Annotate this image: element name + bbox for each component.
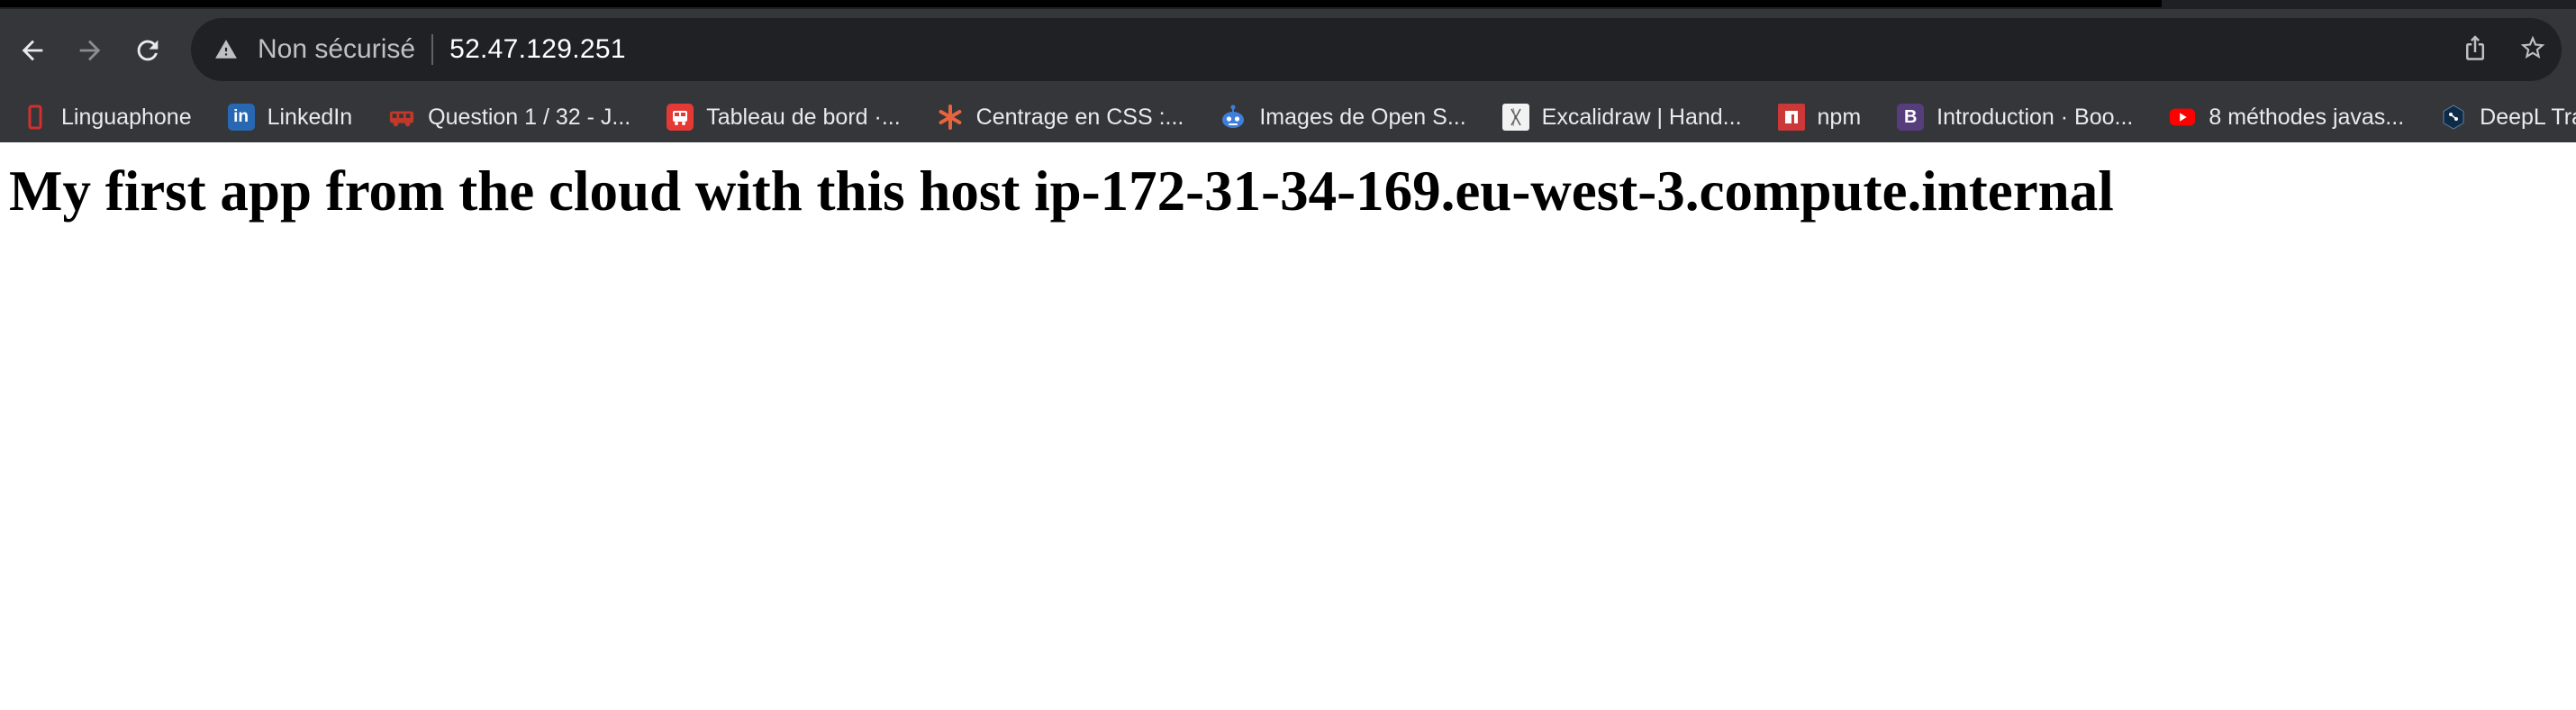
bootstrap-icon: B (1897, 104, 1925, 131)
address-bar[interactable]: Non sécurisé 52.47.129.251 (191, 18, 2562, 81)
forward-button[interactable] (61, 14, 119, 86)
omnibox-divider (431, 34, 434, 65)
bookmark-star-button[interactable] (2504, 18, 2562, 81)
bookmark-bootstrap[interactable]: B Introduction · Boo... (1872, 92, 2144, 142)
bookmark-label: 8 méthodes javas... (2209, 104, 2405, 130)
bookmark-excalidraw[interactable]: Excalidraw | Hand... (1477, 92, 1753, 142)
back-button[interactable] (4, 14, 61, 86)
reload-button[interactable] (119, 14, 177, 86)
reload-icon (132, 35, 163, 66)
asterisk-icon (937, 104, 964, 131)
active-tab-edge (0, 0, 2162, 7)
linguaphone-icon (22, 104, 49, 131)
arrow-left-icon (17, 35, 48, 66)
bookmark-label: DeepL Tradu (2480, 104, 2576, 130)
bookmark-label: Excalidraw | Hand... (1541, 104, 1742, 130)
bookmark-label: Images de Open S... (1259, 104, 1466, 130)
bus-icon (388, 104, 415, 131)
share-icon (2462, 34, 2489, 66)
omnibox-actions (2446, 18, 2562, 81)
tab-strip (0, 0, 2576, 9)
deepl-icon (2440, 104, 2467, 131)
page-heading: My first app from the cloud with this ho… (9, 159, 2114, 223)
security-status-label[interactable]: Non sécurisé (258, 34, 415, 65)
linkedin-icon: in (227, 104, 255, 131)
page-content: My first app from the cloud with this ho… (0, 142, 2576, 710)
bookmark-npm[interactable]: npm (1753, 92, 1873, 142)
youtube-icon (2169, 104, 2196, 131)
bookmark-label: Tableau de bord ·... (706, 104, 901, 130)
bookmark-tableau-de-bord[interactable]: Tableau de bord ·... (641, 92, 911, 142)
bookmark-label: Question 1 / 32 - J... (428, 104, 631, 130)
bookmark-youtube[interactable]: 8 méthodes javas... (2144, 92, 2415, 142)
bookmark-linguaphone[interactable]: Linguaphone (0, 92, 203, 142)
bookmark-centrage-css[interactable]: Centrage en CSS :... (912, 92, 1195, 142)
npm-icon (1777, 104, 1805, 131)
bookmark-label: Linguaphone (61, 104, 192, 130)
robot-icon (1220, 104, 1247, 131)
share-button[interactable] (2446, 18, 2504, 81)
bus-icon (667, 104, 694, 131)
bookmark-question[interactable]: Question 1 / 32 - J... (363, 92, 641, 142)
bookmark-label: Introduction · Boo... (1937, 104, 2134, 130)
bookmarks-bar: Linguaphone in LinkedIn Question 1 / 32 … (0, 92, 2576, 142)
bookmark-linkedin[interactable]: in LinkedIn (203, 92, 364, 142)
arrow-right-icon (75, 35, 105, 66)
star-icon (2518, 33, 2547, 67)
url-text[interactable]: 52.47.129.251 (449, 34, 626, 65)
bookmark-deepl[interactable]: DeepL Tradu (2415, 92, 2576, 142)
excalidraw-icon (1501, 104, 1529, 131)
bookmark-label: Centrage en CSS :... (975, 104, 1184, 130)
browser-toolbar: Non sécurisé 52.47.129.251 (0, 9, 2576, 92)
bookmark-images-open-source[interactable]: Images de Open S... (1194, 92, 1476, 142)
bookmark-label: npm (1817, 104, 1862, 130)
warning-triangle-icon[interactable] (211, 34, 241, 65)
bookmark-label: LinkedIn (267, 104, 353, 130)
